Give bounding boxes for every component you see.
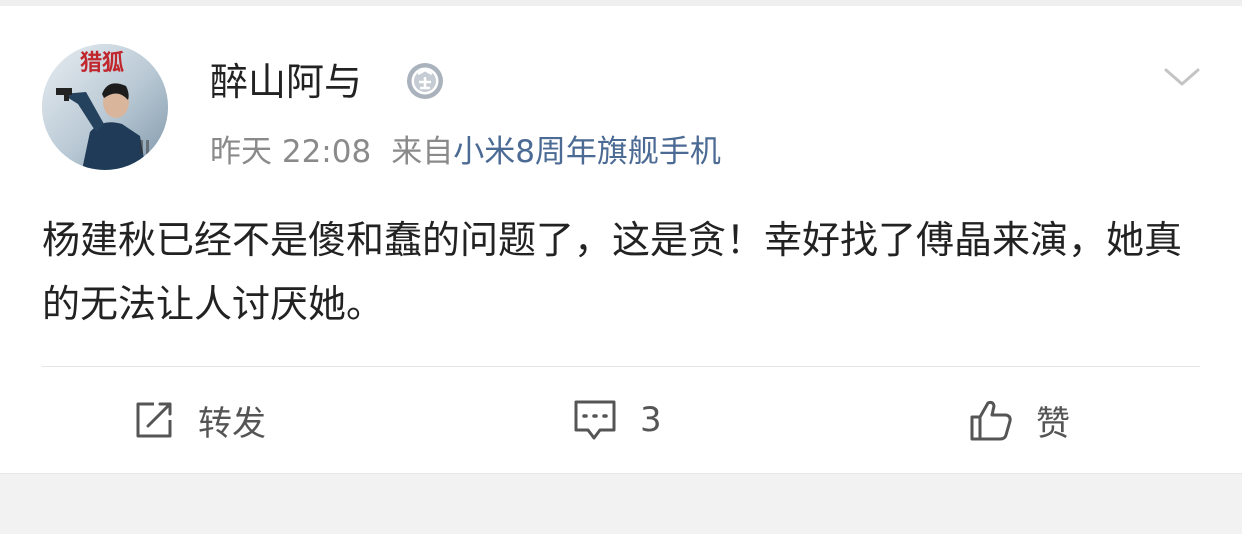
post-meta: 昨天 22:08 来自小米8周年旗舰手机: [210, 130, 721, 174]
avatar[interactable]: 猎狐: [42, 44, 168, 170]
comment-icon: [574, 400, 616, 440]
post-text[interactable]: 杨建秋已经不是傻和蠢的问题了，这是贪！幸好找了傅晶来演，她真的无法让人讨厌她。: [42, 208, 1202, 336]
repost-label: 转发: [198, 403, 266, 444]
divider: [42, 366, 1200, 367]
like-button[interactable]: 赞: [968, 392, 1070, 448]
source-prefix: 来自: [391, 134, 454, 170]
username[interactable]: 醉山阿与: [210, 56, 362, 108]
repost-icon: [136, 402, 172, 438]
thumbs-up-icon: [970, 400, 1012, 441]
like-label: 赞: [1036, 403, 1070, 444]
comment-button[interactable]: 3: [572, 392, 662, 448]
bottom-separator: [0, 473, 1242, 534]
source-link[interactable]: 小米8周年旗舰手机: [453, 134, 721, 170]
chevron-down-icon[interactable]: [1160, 62, 1204, 92]
post-time: 昨天 22:08: [210, 134, 372, 170]
repost-button[interactable]: 转发: [132, 392, 266, 448]
avatar-poster-title: 猎狐: [80, 50, 124, 76]
medal-badge-icon[interactable]: [405, 61, 445, 101]
comment-count: 3: [640, 400, 662, 440]
avatar-image: 猎狐: [42, 44, 168, 170]
